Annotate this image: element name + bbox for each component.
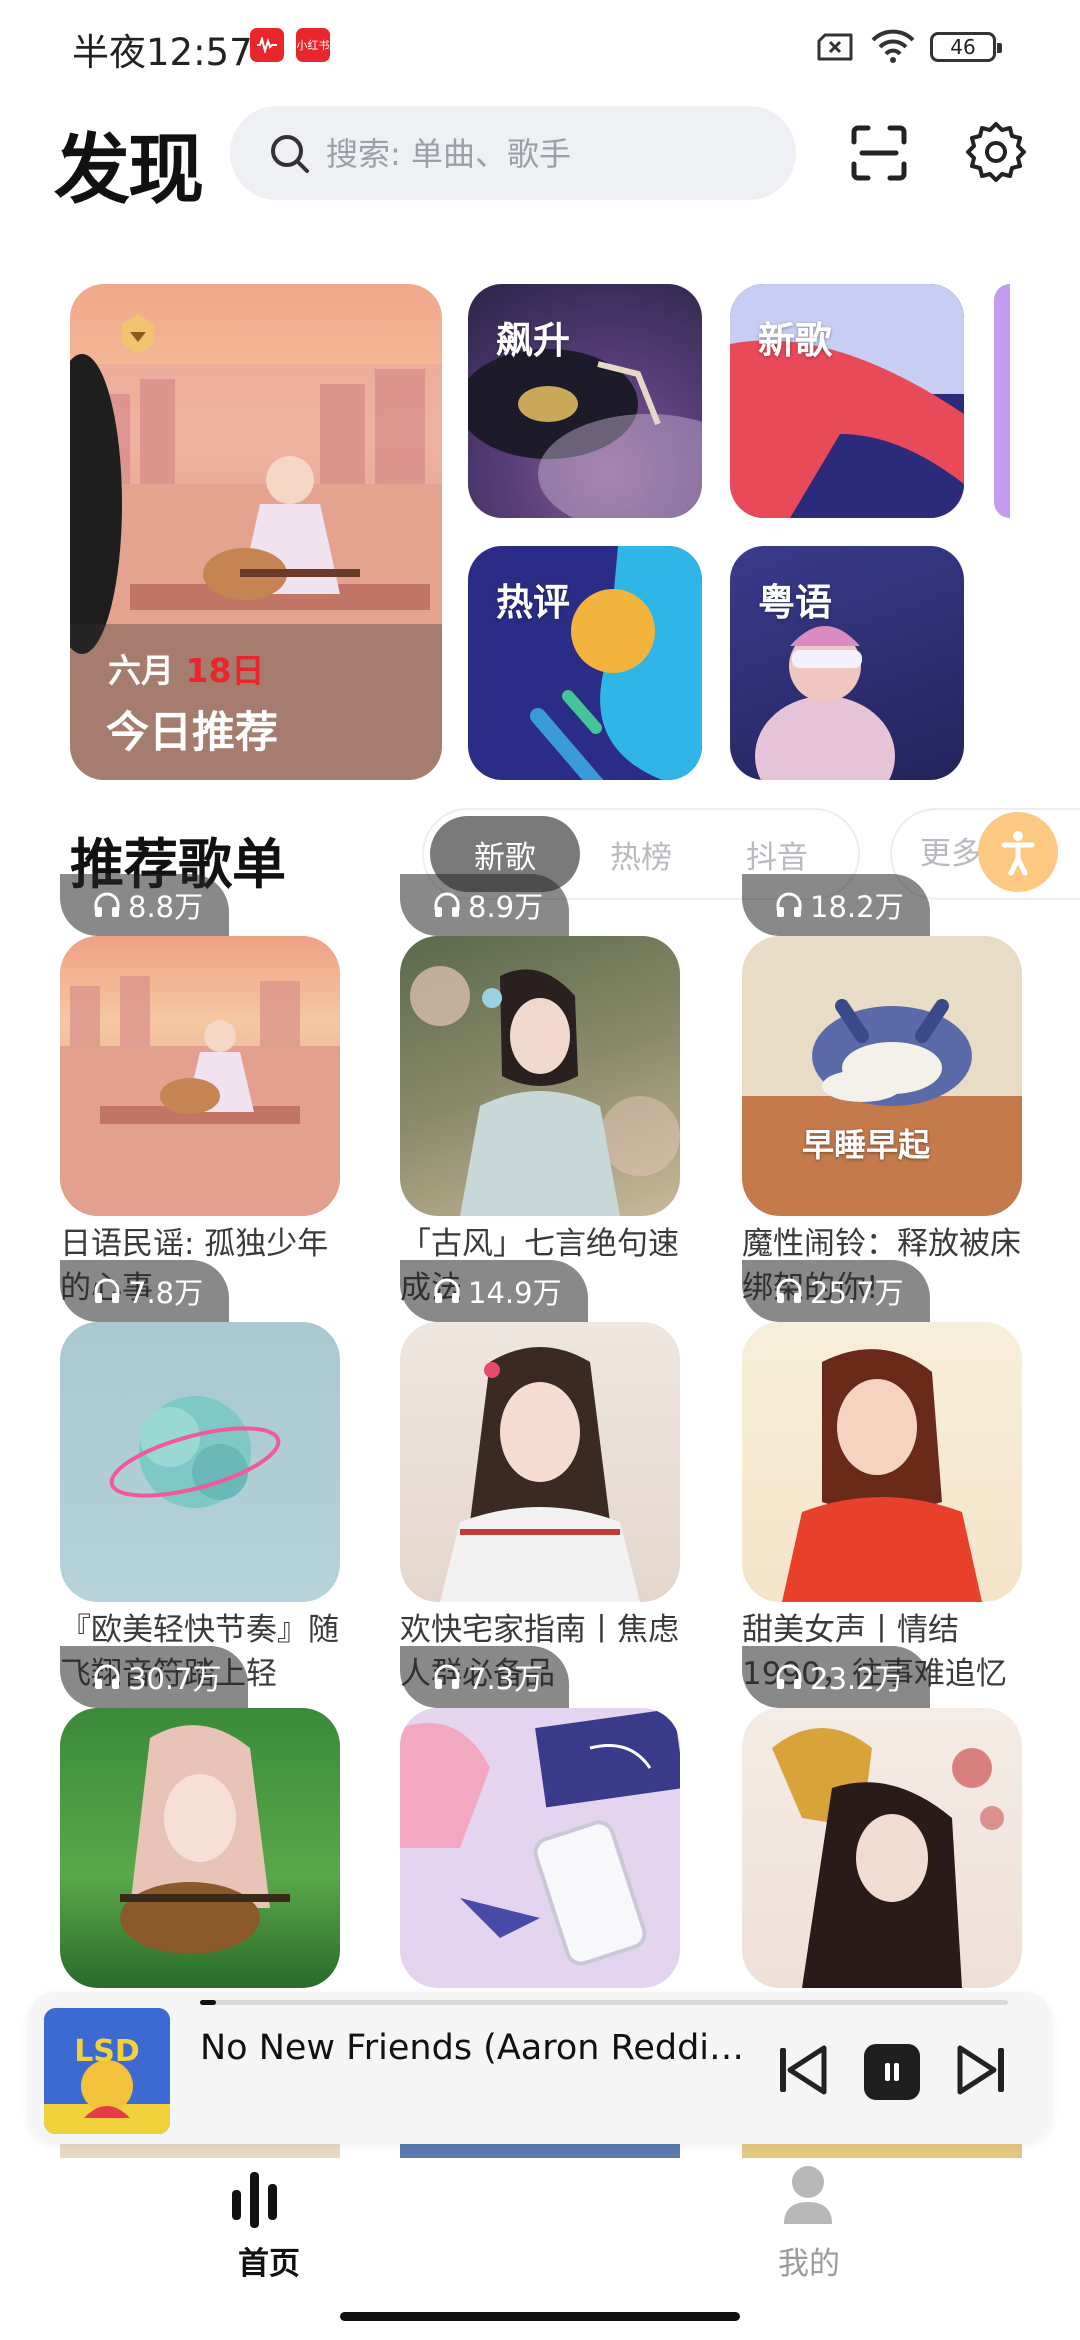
- cover-art: [400, 1708, 680, 1966]
- album-cover-art: [44, 2008, 170, 2134]
- headphones-icon: [94, 892, 120, 917]
- next-icon[interactable]: [956, 2044, 1008, 2096]
- playlist-cover: [742, 1708, 1022, 1988]
- pause-icon: [885, 2063, 899, 2081]
- wifi-icon: [871, 29, 915, 63]
- cover-art: [60, 976, 340, 1216]
- play-count: 8.9万: [400, 874, 570, 936]
- playlist-cover: [400, 1322, 680, 1602]
- tile-cantonese[interactable]: 粤语: [730, 546, 964, 780]
- cover-art: [120, 1725, 290, 1954]
- play-count-value: 7.8万: [128, 1276, 204, 1310]
- status-bar: 半夜12:57 小红书 46: [0, 0, 1080, 96]
- battery-indicator: 46: [930, 32, 1002, 62]
- playlist-cover: [60, 1708, 340, 1988]
- headphones-icon: [434, 892, 460, 917]
- daily-recommend-card[interactable]: 六月 18日 今日推荐: [70, 284, 442, 780]
- headphones-icon: [434, 1664, 460, 1689]
- tile-hot-comments-label: 热评: [496, 581, 570, 624]
- cover-text: 早睡早起: [802, 1126, 931, 1164]
- search-bar[interactable]: [230, 106, 796, 202]
- daily-label: 今日推荐: [106, 708, 278, 758]
- headphones-icon: [94, 1664, 120, 1689]
- playback-progress-fill: [200, 2000, 217, 2005]
- nav-mine[interactable]: [780, 2162, 852, 2234]
- play-count: 7.3万: [400, 1646, 570, 1708]
- home-waveform-icon: [232, 2172, 277, 2228]
- now-playing-title[interactable]: No New Friends (Aaron Redding…: [200, 2022, 760, 2074]
- playlist-cover: [400, 1708, 680, 1988]
- tab-hot-list[interactable]: 热榜: [566, 816, 716, 892]
- headphones-icon: [94, 1278, 120, 1303]
- daily-month: 六月: [108, 651, 174, 690]
- settings-icon[interactable]: [964, 120, 1028, 184]
- tile-new-songs[interactable]: 新歌: [730, 284, 964, 518]
- play-count: 7.8万: [60, 1260, 230, 1322]
- headphones-icon: [776, 892, 802, 917]
- search-input[interactable]: [324, 106, 768, 202]
- tile-soaring[interactable]: 飙升: [468, 284, 702, 518]
- play-count-value: 30.7万: [128, 1662, 222, 1696]
- cover-art: [772, 1728, 1004, 1988]
- play-count: 14.9万: [400, 1260, 588, 1322]
- profile-icon: [784, 2166, 832, 2224]
- play-count-value: 23.2万: [810, 1662, 904, 1696]
- cover-art: [410, 966, 680, 1216]
- cover-art: [109, 1396, 281, 1508]
- page-title: 发现: [54, 125, 204, 214]
- play-count: 30.7万: [60, 1646, 248, 1708]
- playback-progress[interactable]: [200, 2000, 1008, 2005]
- play-count-value: 14.9万: [468, 1276, 562, 1310]
- tile-cantonese-label: 粤语: [758, 581, 832, 624]
- tile-overflow-peek: [994, 284, 1010, 518]
- playlist-cover: [400, 936, 680, 1216]
- playlist-cover-peek: [400, 2144, 680, 2158]
- scan-icon[interactable]: [850, 124, 908, 182]
- headphones-icon: [434, 1278, 460, 1303]
- xiaohongshu-icon: 小红书: [296, 28, 330, 62]
- play-count: 18.2万: [742, 874, 930, 936]
- cover-art: [440, 1347, 640, 1602]
- nav-mine-label[interactable]: 我的: [778, 2238, 840, 2283]
- headphones-icon: [776, 1664, 802, 1689]
- play-count: 25.7万: [742, 1260, 930, 1322]
- play-count-value: 7.3万: [468, 1662, 544, 1696]
- pause-button[interactable]: [864, 2044, 920, 2100]
- search-icon: [271, 135, 309, 173]
- home-indicator: [340, 2312, 740, 2321]
- play-count: 8.8万: [60, 874, 230, 936]
- nav-home-label[interactable]: 首页: [238, 2238, 300, 2283]
- tile-new-songs-label: 新歌: [758, 319, 832, 362]
- cover-art: [742, 999, 1022, 1216]
- tile-soaring-label: 飙升: [496, 319, 570, 362]
- previous-icon[interactable]: [776, 2044, 828, 2096]
- accessibility-icon: [1001, 831, 1035, 876]
- play-count-value: 25.7万: [810, 1276, 904, 1310]
- sim-missing-icon: [817, 33, 853, 61]
- accessibility-button[interactable]: [978, 812, 1058, 892]
- cover-art: [782, 1349, 982, 1602]
- daily-day: 18日: [185, 651, 265, 690]
- playlist-cover: 早睡早起: [742, 936, 1022, 1216]
- netease-music-icon: [250, 28, 284, 62]
- play-count-value: 8.8万: [128, 890, 204, 924]
- playlist-cover: [60, 936, 340, 1216]
- play-count: 23.2万: [742, 1646, 930, 1708]
- album-text: LSD: [74, 2034, 140, 2069]
- playlist-cover: [742, 1322, 1022, 1602]
- playlist-cover-peek: [60, 2144, 340, 2158]
- status-time: 半夜12:57: [72, 31, 253, 74]
- playlist-cover: [60, 1322, 340, 1602]
- play-count-value: 8.9万: [468, 890, 544, 924]
- tile-hot-comments[interactable]: 热评: [468, 546, 702, 780]
- playlist-cover-peek: [742, 2144, 1022, 2158]
- album-art[interactable]: LSD: [44, 2008, 170, 2134]
- play-count-value: 18.2万: [810, 890, 904, 924]
- headphones-icon: [776, 1278, 802, 1303]
